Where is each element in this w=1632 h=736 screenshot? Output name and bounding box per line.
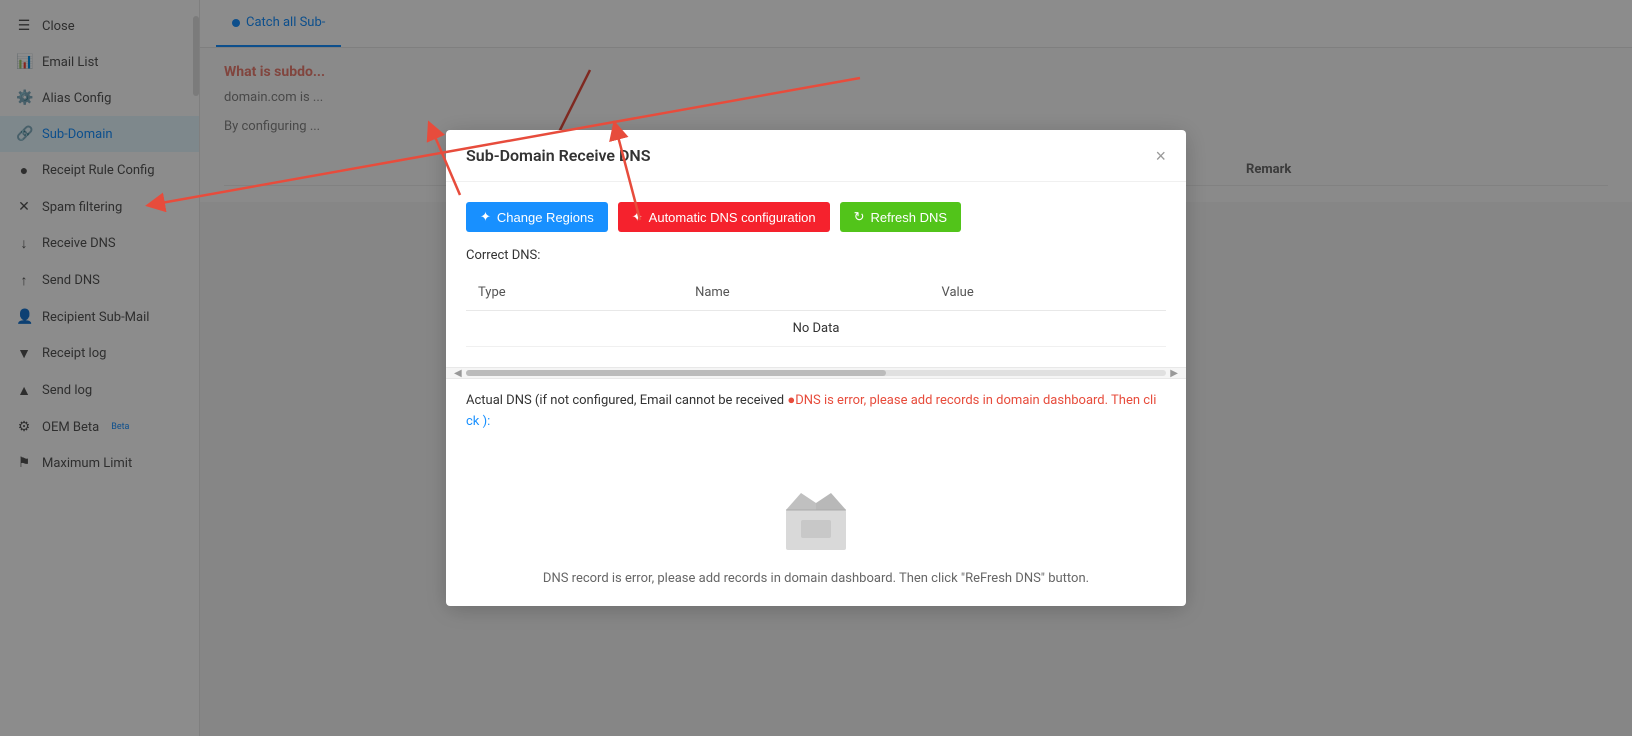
actual-dns-section: Actual DNS (if not configured, Email can… xyxy=(446,379,1186,445)
scroll-track[interactable] xyxy=(466,370,1167,376)
actual-dns-label: Actual DNS (if not configured, Email can… xyxy=(466,393,787,408)
refresh-dns-label: Refresh DNS xyxy=(871,210,948,225)
modal-overlay[interactable]: Sub-Domain Receive DNS × ✦ Change Region… xyxy=(0,0,1632,736)
location-icon: ✦ xyxy=(480,209,491,225)
auto-dns-icon: ✦ xyxy=(632,209,643,225)
refresh-dns-button[interactable]: ↻ Refresh DNS xyxy=(840,202,961,232)
auto-dns-label: Automatic DNS configuration xyxy=(649,210,816,225)
dns-table: Type Name Value No Data xyxy=(466,275,1166,347)
no-data-text: No Data xyxy=(466,311,1166,347)
dns-error-text: ●DNS is error, please add records in dom… xyxy=(787,393,1156,408)
dns-no-data-row: No Data xyxy=(466,311,1166,347)
modal-title: Sub-Domain Receive DNS xyxy=(466,146,651,165)
action-buttons-container: ✦ Change Regions ✦ Automatic DNS configu… xyxy=(466,202,1166,232)
dns-click-link[interactable]: ck ): xyxy=(466,414,490,429)
modal-header: Sub-Domain Receive DNS × xyxy=(446,130,1186,182)
horizontal-scrollbar[interactable]: ◀ ▶ xyxy=(446,367,1186,379)
scroll-thumb xyxy=(466,370,886,376)
refresh-icon: ↻ xyxy=(854,209,865,225)
modal-body: ✦ Change Regions ✦ Automatic DNS configu… xyxy=(446,182,1186,367)
dns-col-value: Value xyxy=(929,275,1166,311)
scroll-left-arrow[interactable]: ◀ xyxy=(450,368,466,379)
auto-dns-button[interactable]: ✦ Automatic DNS configuration xyxy=(618,202,830,232)
empty-state-text: DNS record is error, please add records … xyxy=(543,571,1089,586)
empty-state: DNS record is error, please add records … xyxy=(446,445,1186,606)
modal-dialog: Sub-Domain Receive DNS × ✦ Change Region… xyxy=(446,130,1186,606)
change-regions-label: Change Regions xyxy=(497,210,594,225)
scroll-right-arrow[interactable]: ▶ xyxy=(1166,368,1182,379)
dns-col-name: Name xyxy=(683,275,929,311)
correct-dns-label: Correct DNS: xyxy=(466,248,1166,263)
change-regions-button[interactable]: ✦ Change Regions xyxy=(466,202,608,232)
modal-close-button[interactable]: × xyxy=(1155,147,1166,165)
empty-state-icon xyxy=(766,475,866,555)
dns-col-type: Type xyxy=(466,275,683,311)
